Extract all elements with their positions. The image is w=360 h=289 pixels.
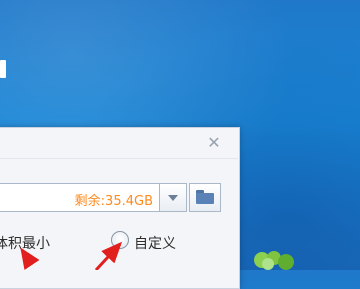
red-arrows <box>20 241 123 270</box>
plant-icon <box>254 251 294 270</box>
